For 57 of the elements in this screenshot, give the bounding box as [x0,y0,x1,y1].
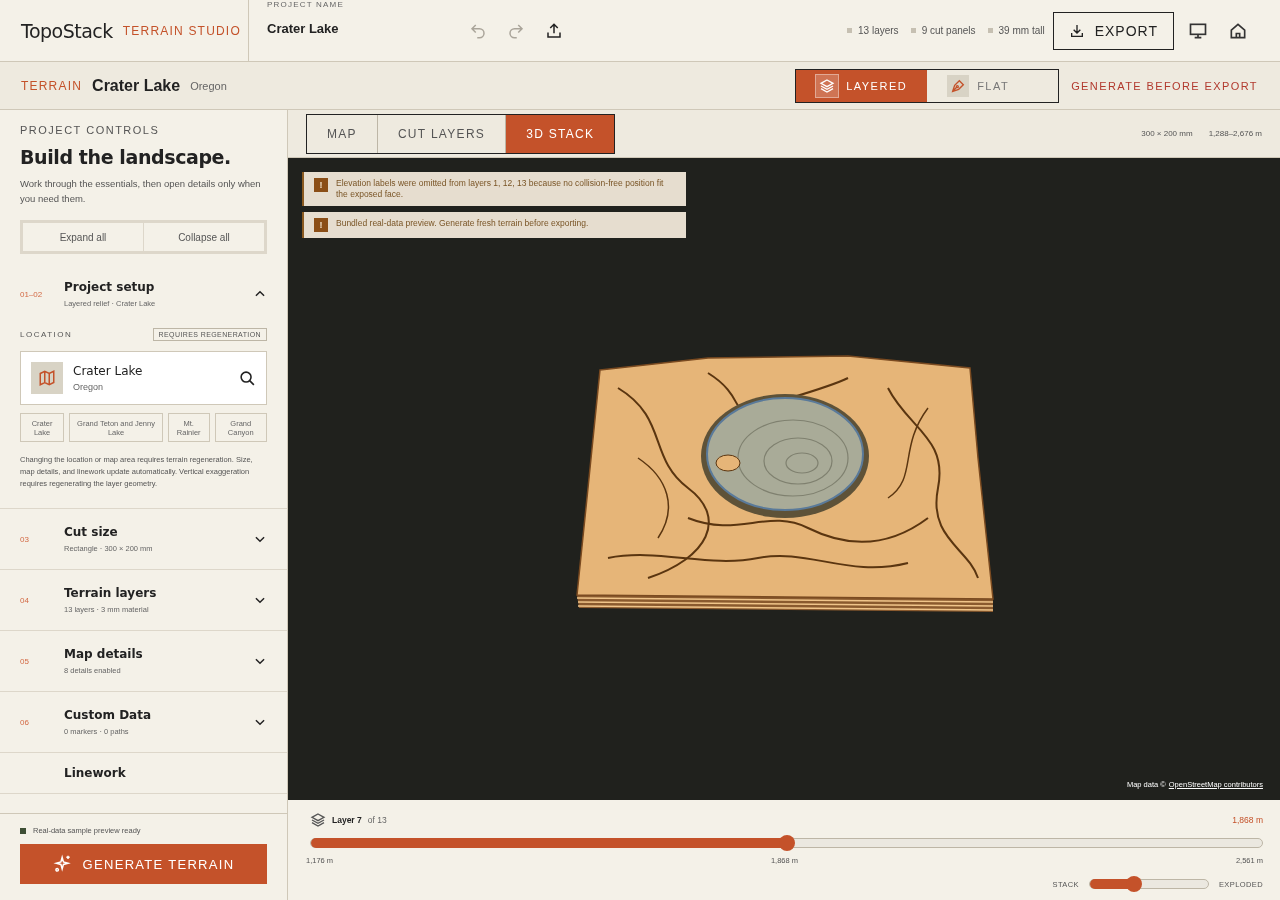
warning-icon: ! [314,218,328,232]
view-tab[interactable]: 3D STACK [505,114,615,153]
mode-tab[interactable]: LAYERED [796,69,928,102]
section-number: 04 [20,595,30,605]
location-search-field[interactable]: Crater Lake Oregon [20,351,267,405]
app-logo: TopoStack [21,19,113,42]
section-number: 01–02 [20,289,44,299]
section-number: 03 [20,534,30,544]
section-title[interactable]: Map details [64,647,253,661]
section-title[interactable]: Terrain layers [64,586,253,600]
location-region: Oregon [73,382,105,392]
project-name-field[interactable]: Crater Lake [267,21,467,36]
share-icon[interactable] [545,21,563,40]
project-name-label: PROJECT NAME [267,0,345,9]
search-icon[interactable] [239,369,256,387]
status-indicator-icon [20,827,26,834]
panel-intro: Work through the essentials, then open details only when you need them. [20,177,262,206]
layers-icon [310,812,326,828]
alert-text: Bundled real-data preview. Generate fresh terrain before exporting. [336,218,589,230]
location-label: LOCATION [20,330,73,339]
layers-icon [819,77,836,94]
section-number: 06 [20,717,30,727]
export-button[interactable]: EXPORT [1052,11,1174,50]
panel-eyebrow: PROJECT CONTROLS [20,124,161,136]
expand-toggle-button[interactable]: Expand all [23,223,143,251]
breadcrumb-section: TERRAIN [21,78,83,93]
generate-terrain-button[interactable]: GENERATE TERRAIN [20,844,267,884]
sparkle-icon [52,854,73,874]
section-title[interactable]: Project setup [64,280,253,294]
download-icon [1068,22,1085,39]
layer-count: of 13 [367,815,387,825]
slider-handle[interactable] [1125,876,1142,892]
stat-label: 9 cut panels [910,25,976,36]
slider-handle[interactable] [778,835,795,851]
section-title[interactable]: Linework [64,766,267,780]
section-number: 05 [20,656,30,666]
panel-heading: Build the landscape. [20,146,232,168]
terrain-title: Crater Lake [92,76,181,95]
layer-title: Layer 7 [332,815,362,825]
stat-label: 39 mm tall [987,25,1045,36]
warning-icon: ! [314,178,328,192]
expand-toggle-button[interactable]: Collapse all [143,223,264,251]
alert-text: Elevation labels were omitted from layers 1, 12, 13 because no collision-free position fit the exposed face. [336,178,665,200]
pen-nib-icon [950,77,967,94]
stat-label: 13 layers [847,25,899,36]
explode-slider[interactable] [1088,879,1209,889]
dimension-label: 1,288–2,676 m [1208,129,1262,138]
dimension-label: 300 × 200 mm [1141,129,1193,138]
app-tagline: TERRAIN STUDIO [122,23,241,38]
section-title[interactable]: Cut size [64,525,253,539]
section-title[interactable]: Custom Data [64,708,253,722]
layer-slider[interactable] [310,838,1263,848]
generate-notice: GENERATE BEFORE EXPORT [1071,79,1258,92]
elevation-reading: 1,868 m [1232,815,1263,825]
location-name: Crater Lake [73,364,144,378]
map-icon [38,369,56,387]
terrain-region: Oregon [190,79,227,92]
